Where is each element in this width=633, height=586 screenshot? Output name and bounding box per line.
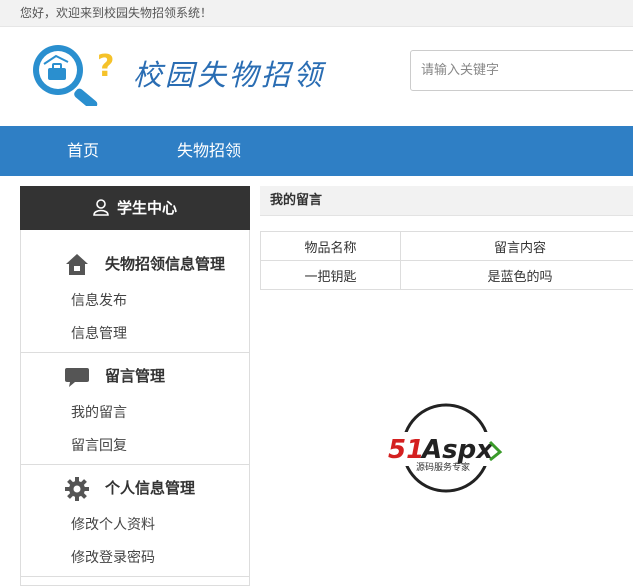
- brand-watermark-icon: 51 Aspx 源码服务专家: [386, 402, 512, 494]
- group-title-text: 留言管理: [105, 367, 165, 385]
- sidebar-heading-text: 学生中心: [117, 199, 177, 217]
- site-title: 校园失物招领: [133, 52, 325, 94]
- sidebar-heading: 学生中心: [20, 186, 250, 230]
- site-logo[interactable]: ?: [24, 38, 120, 106]
- table-header-row: 物品名称 留言内容: [261, 232, 633, 261]
- nav-home[interactable]: 首页: [67, 126, 99, 176]
- main-nav: 首页 失物招领: [0, 126, 633, 176]
- group-title-text: 个人信息管理: [105, 479, 195, 497]
- nav-lost-found[interactable]: 失物招领: [177, 126, 241, 176]
- messages-table: 物品名称 留言内容 一把钥匙 是蓝色的吗: [260, 231, 633, 290]
- watermark-logo: 51 Aspx 源码服务专家: [386, 402, 512, 494]
- group-lost-found-info: 失物招领信息管理: [20, 247, 250, 281]
- page-title: 我的留言: [260, 186, 633, 216]
- cell-item-name: 一把钥匙: [261, 261, 401, 290]
- sidebar-divider: [21, 464, 249, 465]
- col-message-content: 留言内容: [401, 232, 633, 261]
- user-icon: [93, 199, 109, 216]
- sidebar-item-change-password[interactable]: 修改登录密码: [71, 548, 155, 568]
- sidebar-item-message-reply[interactable]: 留言回复: [71, 436, 127, 456]
- sidebar-item-edit-profile[interactable]: 修改个人资料: [71, 515, 155, 535]
- home-icon: [64, 252, 90, 278]
- table-row[interactable]: 一把钥匙 是蓝色的吗: [261, 261, 633, 290]
- cell-message-content: 是蓝色的吗: [401, 261, 633, 290]
- group-personal-info: 个人信息管理: [20, 471, 250, 505]
- sidebar-divider: [21, 576, 249, 577]
- search-input[interactable]: [410, 50, 633, 91]
- brand-word-text: Aspx: [420, 435, 494, 465]
- magnifier-logo-icon: ?: [24, 38, 120, 106]
- group-title-text: 失物招领信息管理: [105, 255, 225, 273]
- gear-icon: [64, 476, 90, 502]
- brand-tagline: 源码服务专家: [416, 461, 470, 473]
- sidebar-item-my-messages[interactable]: 我的留言: [71, 403, 127, 423]
- col-item-name: 物品名称: [261, 232, 401, 261]
- brand-number-text: 51: [388, 435, 424, 465]
- sidebar-item-manage[interactable]: 信息管理: [71, 324, 127, 344]
- sidebar-item-publish[interactable]: 信息发布: [71, 291, 127, 311]
- group-messages: 留言管理: [20, 359, 250, 393]
- sidebar-divider: [21, 352, 249, 353]
- svg-text:?: ?: [97, 49, 114, 84]
- welcome-bar: 您好，欢迎来到校园失物招领系统！: [0, 0, 633, 27]
- welcome-text: 您好，欢迎来到校园失物招领系统！: [20, 6, 212, 20]
- comment-icon: [64, 364, 90, 390]
